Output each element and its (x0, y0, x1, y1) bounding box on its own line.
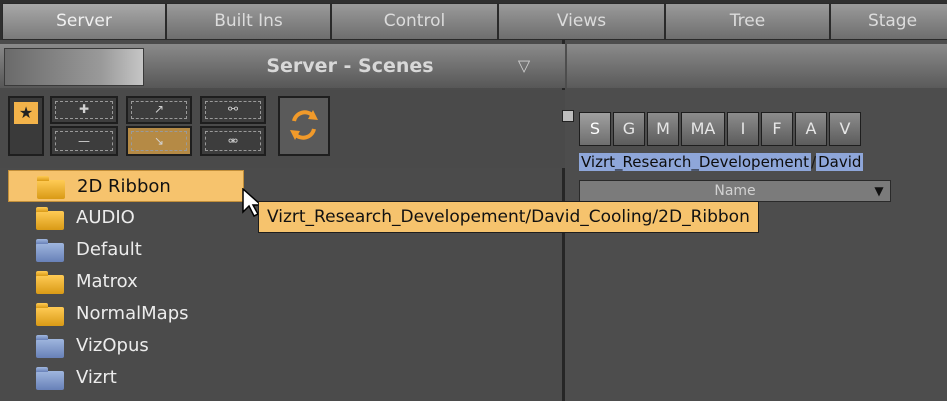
minus-icon: — (78, 134, 90, 148)
list-item-label: VizOpus (76, 335, 149, 356)
path-tooltip: Vizrt_Research_Developement/David_Coolin… (258, 201, 759, 233)
favorites-button[interactable]: ★ (8, 96, 44, 156)
list-item[interactable]: 2D Ribbon (8, 170, 244, 202)
tab-built-ins[interactable]: Built Ins (166, 3, 331, 40)
unlink-button[interactable]: ⚮ (200, 126, 266, 156)
list-item[interactable]: NormalMaps (0, 298, 562, 330)
link-button[interactable]: ⚯ (200, 96, 266, 124)
star-icon: ★ (14, 102, 38, 124)
add-folder-button[interactable]: ✚ (50, 96, 118, 124)
panel-title: Server - Scenes (266, 55, 434, 77)
refresh-icon (286, 107, 322, 143)
tab-stage[interactable]: Stage (830, 3, 947, 40)
list-item-label: Vizrt (76, 367, 117, 388)
tab-views[interactable]: Views (498, 3, 665, 40)
remove-folder-button[interactable]: — (50, 126, 118, 156)
breadcrumb: Vizrt_Research_Developement / David (579, 150, 947, 174)
tab-server[interactable]: Server (2, 3, 166, 40)
refresh-button[interactable] (278, 96, 330, 156)
list-item-label: Matrox (76, 271, 138, 292)
folder-icon (36, 335, 64, 358)
link-icon: ⚯ (227, 102, 239, 116)
tab-g[interactable]: G (613, 112, 645, 146)
unlink-icon: ⚮ (227, 134, 239, 148)
plus-icon: ✚ (78, 102, 90, 116)
right-panel-header (567, 44, 947, 88)
main-menu-bar: Server Built Ins Control Views Tree Stag… (0, 0, 947, 40)
list-item-label: NormalMaps (76, 303, 189, 324)
tab-m[interactable]: M (647, 112, 679, 146)
tab-ma[interactable]: MA (681, 112, 725, 146)
folder-icon (36, 239, 64, 262)
splitter-handle[interactable] (562, 110, 574, 122)
column-header-label: Name (714, 183, 756, 199)
folder-icon (36, 303, 64, 326)
list-item-label: Default (76, 239, 142, 260)
server-toolbar: ★ ✚ — ↗ ↘ ⚯ ⚮ (0, 90, 565, 168)
chevron-down-icon[interactable]: ▽ (512, 57, 536, 75)
folder-icon (37, 176, 65, 199)
move-up-button[interactable]: ↗ (126, 96, 192, 124)
list-item[interactable]: Matrox (0, 266, 562, 298)
list-item[interactable]: Default (0, 234, 562, 266)
panel-header: Server - Scenes ▽ (0, 44, 565, 88)
tab-s[interactable]: S (579, 112, 611, 146)
folder-icon (36, 207, 64, 230)
tab-v[interactable]: V (829, 112, 861, 146)
dropdown-arrow-icon[interactable]: ▼ (872, 184, 886, 198)
breadcrumb-segment[interactable]: Vizrt_Research_Developement (579, 153, 812, 171)
list-item-label: AUDIO (76, 207, 135, 228)
column-header-name[interactable]: Name ▼ (579, 180, 891, 202)
tab-control[interactable]: Control (331, 3, 498, 40)
arrow-down-icon: ↘ (153, 134, 165, 148)
folder-icon (36, 271, 64, 294)
tab-tree[interactable]: Tree (665, 3, 830, 40)
breadcrumb-segment[interactable]: David (816, 153, 864, 171)
list-item[interactable]: Vizrt (0, 362, 562, 394)
tab-a[interactable]: A (795, 112, 827, 146)
tab-f[interactable]: F (761, 112, 793, 146)
panel-grip[interactable] (4, 48, 144, 86)
list-item-label: 2D Ribbon (77, 176, 171, 197)
move-down-button[interactable]: ↘ (126, 126, 192, 156)
tab-i[interactable]: I (727, 112, 759, 146)
list-item[interactable]: VizOpus (0, 330, 562, 362)
folder-icon (36, 367, 64, 390)
arrow-icon: ↗ (153, 102, 165, 116)
